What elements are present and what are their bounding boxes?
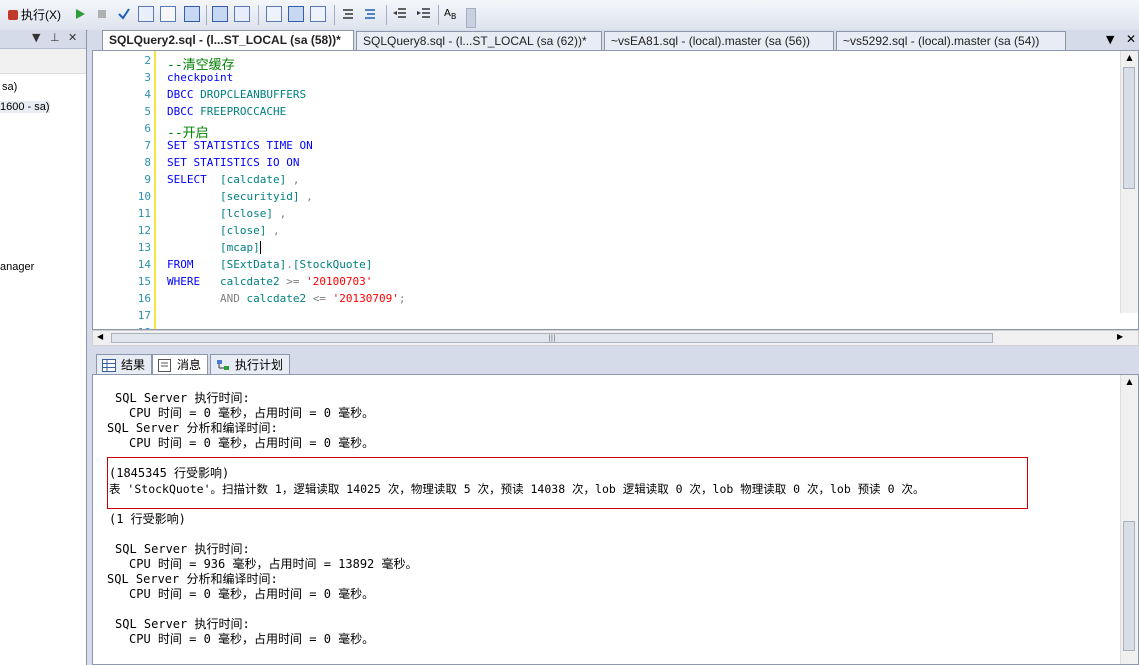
message-line: 表 'StockQuote'。扫描计数 1，逻辑读取 14025 次，物理读取 … [109,482,925,496]
tab-messages[interactable]: 消息 [152,354,209,374]
line-number: 8 [144,156,151,169]
scroll-left-arrow[interactable]: ◀ [97,332,103,341]
code-line: [close] , [219,224,280,237]
line-number: 14 [137,258,151,271]
editor-vertical-scrollbar[interactable]: ▲ [1120,51,1138,313]
execute-button[interactable]: 执行(X) [8,6,61,24]
include-plan-icon[interactable] [212,6,228,22]
line-number: 13 [137,241,151,254]
code-line: AND calcdate2 <= '20130709'; [219,292,406,305]
line-number: 10 [137,190,151,203]
line-number: 12 [137,224,151,237]
object-explorer-toolbar [0,49,86,74]
message-line: CPU 时间 = 0 毫秒，占用时间 = 0 毫秒。 [129,587,375,601]
tab-vsea81[interactable]: ~vsEA81.sql - (local).master (sa (56)) [604,31,834,50]
change-margin [154,51,156,329]
parse-check-icon[interactable] [116,6,132,22]
tab-execution-plan[interactable]: 执行计划 [210,354,291,374]
code-line: FROM [SExtData].[StockQuote] [167,258,373,271]
results-grid-icon[interactable] [288,6,304,22]
toolbar-separator [386,5,387,25]
line-number: 16 [137,292,151,305]
grid-icon [102,358,116,372]
close-document-icon[interactable]: ✕ [1126,32,1136,46]
code-line: checkpoint [167,71,234,84]
tree-item[interactable]: anager [0,261,34,273]
tab-results[interactable]: 结果 [96,354,153,374]
message-icon [158,358,172,372]
increase-indent-icon[interactable] [416,6,432,22]
object-explorer-panel: ▼ ⊥ ✕ sa) 1600 - sa) anager [0,30,87,665]
messages-vertical-scrollbar[interactable]: ▲ [1120,375,1138,664]
code-line: WHERE calcdate2 >= '20100703' [167,275,373,288]
client-stats-icon[interactable] [234,6,250,22]
results-to-grid-icon[interactable] [184,6,200,22]
horizontal-scrollbar-thumb[interactable]: ||| [111,333,993,343]
line-number: 6 [144,122,151,135]
line-number: 2 [144,54,151,67]
scroll-up-arrow[interactable]: ▲ [1121,51,1138,65]
scroll-up-arrow[interactable]: ▲ [1121,375,1138,389]
editor-scroll-gap: ◀ ||| ▶ [92,330,1139,346]
code-line: SELECT [calcdate] , [167,173,300,186]
code-line: [lclose] , [219,207,287,220]
toolbar-separator [206,5,207,25]
tab-vs5292[interactable]: ~vs5292.sql - (local).master (sa (54)) [836,31,1066,50]
decrease-indent-icon[interactable] [392,6,408,22]
messages-pane[interactable]: SQL Server 执行时间: CPU 时间 = 0 毫秒，占用时间 = 0 … [92,374,1139,665]
tree-item[interactable]: sa) [2,81,17,93]
line-number: 7 [144,139,151,152]
line-number: 17 [137,309,151,322]
scroll-right-arrow[interactable]: ▶ [1117,332,1123,341]
specify-template-icon[interactable]: AB [444,6,460,22]
toolbar-separator [334,5,335,25]
panel-menu-icon[interactable]: ▼ [32,31,40,44]
line-number: 5 [144,105,151,118]
query-designer-icon[interactable] [160,6,176,22]
message-line: (1845345 行受影响) [109,466,230,480]
line-number: 3 [144,71,151,84]
tree-item[interactable]: 1600 - sa) [0,101,50,113]
line-number: 15 [137,275,151,288]
code-line: SET STATISTICS TIME ON [167,139,313,152]
tab-sqlquery8[interactable]: SQLQuery8.sql - (l...ST_LOCAL (sa (62))* [356,31,602,50]
estimated-plan-icon[interactable] [138,6,154,22]
close-icon[interactable]: ✕ [68,31,77,44]
message-line: CPU 时间 = 0 毫秒，占用时间 = 0 毫秒。 [129,632,375,646]
sql-editor[interactable]: 23456789101112131415161718 --清空缓存 checkp… [92,50,1139,330]
object-explorer-header: ▼ ⊥ ✕ [0,30,86,49]
message-line: (1 行受影响) [109,512,186,526]
result-tabs: 结果 消息 执行计划 [92,352,1139,374]
code-line: DBCC FREEPROCCACHE [167,105,287,118]
debug-play-icon[interactable] [72,6,88,22]
results-text-icon[interactable] [266,6,282,22]
execution-plan-icon [216,358,230,371]
comment-icon[interactable] [340,6,356,22]
scrollbar-thumb[interactable] [1123,521,1135,651]
code-line: [mcap] [219,241,261,254]
line-number: 11 [137,207,151,220]
query-toolbar: 执行(X) AB [0,0,1139,31]
results-file-icon[interactable] [310,6,326,22]
code-line: SET STATISTICS IO ON [167,156,300,169]
toolbar-separator [438,5,439,25]
code-line: [securityid] , [219,190,313,203]
line-number: 4 [144,88,151,101]
tab-sqlquery2[interactable]: SQLQuery2.sql - (l...ST_LOCAL (sa (58))* [102,30,354,50]
execute-icon [8,10,18,20]
pin-icon[interactable]: ⊥ [50,31,60,44]
tab-list-dropdown-icon[interactable]: ▼ [1106,33,1114,46]
uncomment-icon[interactable] [362,6,378,22]
message-line: CPU 时间 = 0 毫秒，占用时间 = 0 毫秒。 [129,436,375,450]
stop-icon[interactable] [94,6,110,22]
document-tabs: SQLQuery2.sql - (l...ST_LOCAL (sa (58))*… [88,30,1139,50]
toolbar-separator [258,5,259,25]
line-number: 9 [144,173,151,186]
toolbar-overflow-icon[interactable] [466,8,476,28]
scrollbar-thumb[interactable] [1123,67,1135,189]
code-line: DBCC DROPCLEANBUFFERS [167,88,307,101]
